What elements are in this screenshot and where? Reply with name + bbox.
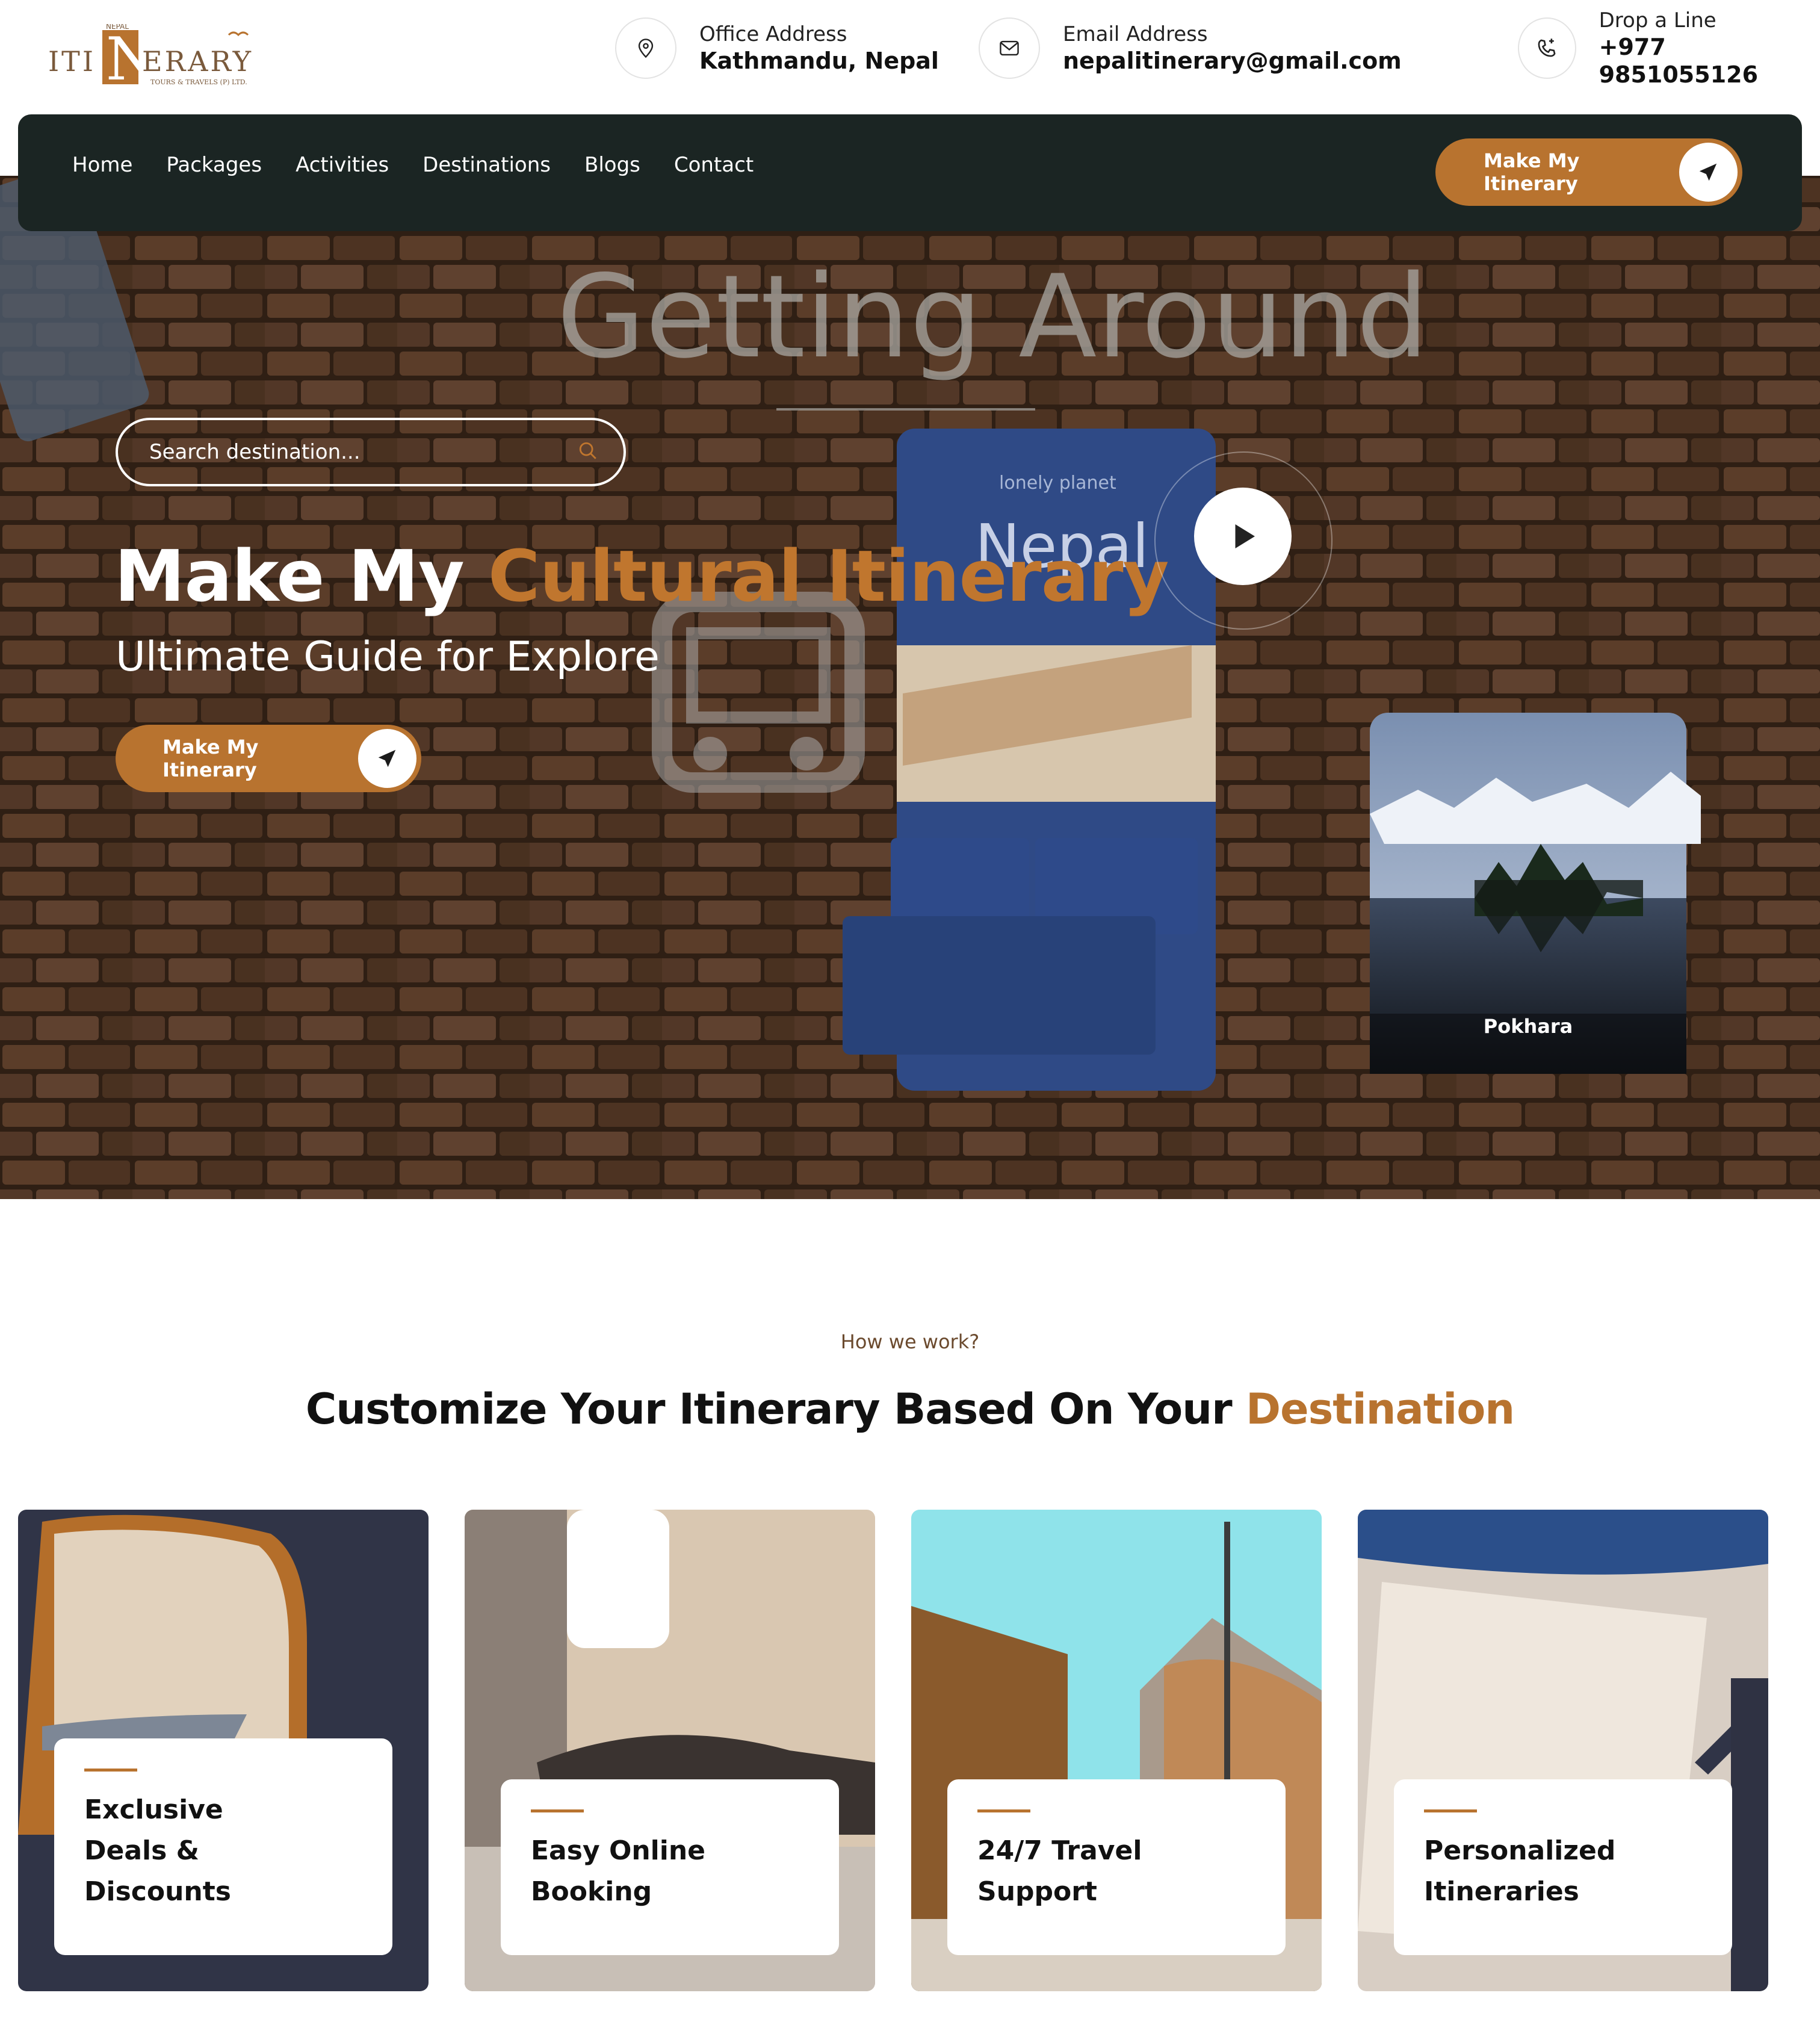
svg-text:ITI: ITI <box>48 45 96 78</box>
accent-bar <box>977 1809 1030 1812</box>
contact-phone: Drop a Line +977 9851055126 <box>1518 8 1820 88</box>
hero-subtitle: Ultimate Guide for Explore <box>116 633 660 681</box>
main-nav: Home Packages Activities Destinations Bl… <box>18 114 1802 231</box>
contact-label: Email Address <box>1063 22 1208 46</box>
brand-logo[interactable]: ITI N ERARY NEPAL TOURS & TRAVELS (P) LT… <box>48 22 259 96</box>
accent-bar <box>84 1769 137 1772</box>
destination-card-pokhara[interactable]: Pokhara <box>1370 713 1686 1074</box>
hero-bg-title: Getting Around <box>557 250 1429 383</box>
section-title: Customize Your Itinerary Based On Your D… <box>0 1384 1820 1434</box>
feature-title-line: Deals & <box>84 1835 200 1866</box>
send-icon <box>1679 143 1738 202</box>
nav-contact[interactable]: Contact <box>674 150 754 179</box>
feature-box: 24/7 Travel Support <box>947 1779 1286 1955</box>
search-icon[interactable] <box>578 441 598 463</box>
mail-icon <box>979 17 1040 79</box>
search-bar <box>116 418 626 486</box>
phone-icon <box>1518 17 1576 79</box>
logo-top: NEPAL <box>106 24 129 31</box>
section-title-accent: Destination <box>1245 1384 1515 1434</box>
hero-title-accent: Cultural Itinerary <box>488 535 1169 618</box>
logo-sub: TOURS & TRAVELS (P) LTD. <box>150 78 247 86</box>
feature-title-line: Discounts <box>84 1876 231 1907</box>
contact-label: Office Address <box>699 22 847 46</box>
nav-home[interactable]: Home <box>72 150 132 179</box>
feature-card-personalized[interactable]: Personalized Itineraries <box>1358 1510 1768 1991</box>
send-icon <box>358 729 416 788</box>
contact-value: Kathmandu, Nepal <box>699 48 939 74</box>
section-title-plain: Customize Your Itinerary Based On Your <box>305 1384 1233 1434</box>
feature-title-line: Personalized <box>1424 1835 1616 1866</box>
top-bar: ITI N ERARY NEPAL TOURS & TRAVELS (P) LT… <box>0 0 1820 114</box>
svg-text:ERARY: ERARY <box>142 45 253 78</box>
feature-title-line: Booking <box>531 1876 652 1907</box>
feature-title-line: Exclusive <box>84 1794 223 1825</box>
contact-label: Drop a Line <box>1599 8 1716 33</box>
nav-destinations[interactable]: Destinations <box>422 150 551 179</box>
feature-card-booking[interactable]: Easy Online Booking <box>465 1510 875 1991</box>
feature-box: Easy Online Booking <box>501 1779 839 1955</box>
hero-title-plain: Make My <box>114 535 465 618</box>
logo-mark: ITI N ERARY NEPAL TOURS & TRAVELS (P) LT… <box>48 22 253 94</box>
feature-card-deals[interactable]: Exclusive Deals & Discounts <box>18 1510 429 1991</box>
contact-office: Office Address Kathmandu, Nepal <box>615 17 939 79</box>
nav-activities[interactable]: Activities <box>296 150 389 179</box>
button-label: Make My Itinerary <box>162 736 259 781</box>
button-label: Make My Itinerary <box>1484 149 1580 195</box>
feature-title-line: Easy Online <box>531 1835 705 1866</box>
feature-title-line: Itineraries <box>1424 1876 1579 1907</box>
location-pin-icon <box>615 17 676 79</box>
feature-title-line: Support <box>977 1876 1097 1907</box>
feature-title-line: 24/7 Travel <box>977 1835 1142 1866</box>
contact-value[interactable]: nepalitinerary@gmail.com <box>1063 47 1402 75</box>
nav-links: Home Packages Activities Destinations Bl… <box>72 150 787 179</box>
destination-caption: Pokhara <box>1483 1015 1573 1038</box>
hero-title: Make My Cultural Itinerary <box>114 535 1169 618</box>
play-icon <box>1235 524 1255 548</box>
feature-box: Exclusive Deals & Discounts <box>54 1738 392 1955</box>
contact-email: Email Address nepalitinerary@gmail.com <box>979 17 1402 79</box>
contact-value[interactable]: +977 9851055126 <box>1599 33 1820 88</box>
accent-bar <box>531 1809 584 1812</box>
nav-packages[interactable]: Packages <box>166 150 262 179</box>
make-itinerary-hero-button[interactable]: Make My Itinerary <box>116 725 421 792</box>
feature-card-support[interactable]: 24/7 Travel Support <box>911 1510 1322 1991</box>
guidebook-brand: lonely planet <box>999 473 1116 494</box>
section-eyebrow: How we work? <box>840 1330 980 1353</box>
nav-blogs[interactable]: Blogs <box>584 150 640 179</box>
make-itinerary-nav-button[interactable]: Make My Itinerary <box>1435 138 1742 206</box>
accent-bar <box>1424 1809 1477 1812</box>
play-video-button[interactable] <box>1194 488 1292 585</box>
search-input[interactable] <box>148 439 539 465</box>
feature-box: Personalized Itineraries <box>1394 1779 1732 1955</box>
